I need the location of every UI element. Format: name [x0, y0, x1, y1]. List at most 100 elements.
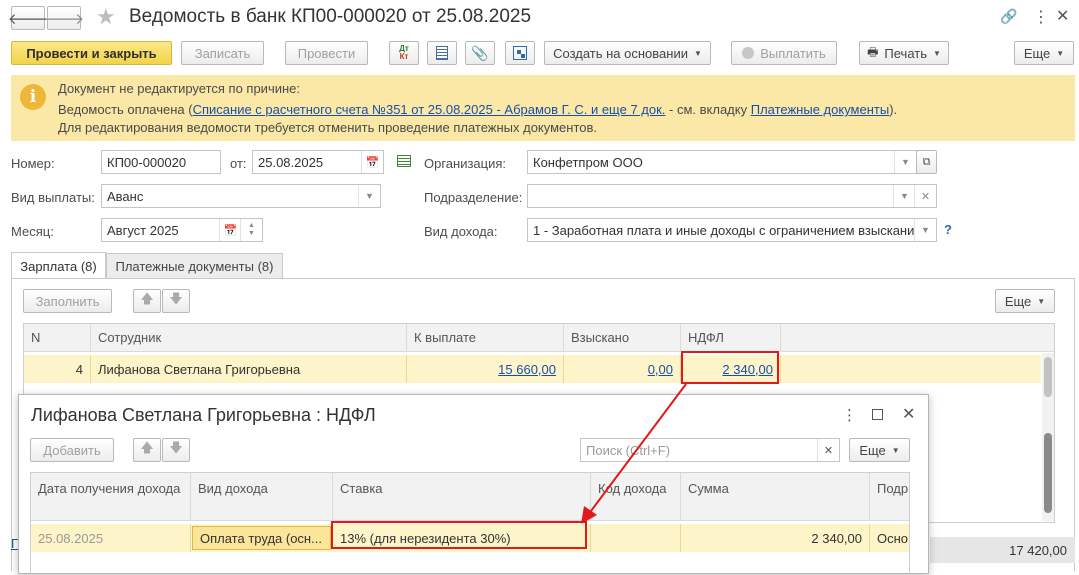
chevron-down-icon: ▼	[1037, 296, 1046, 306]
pay-button[interactable]: Выплатить	[731, 41, 837, 65]
help-icon[interactable]: ?	[944, 222, 952, 237]
comment-icon[interactable]	[397, 155, 411, 167]
column-header-sum[interactable]: Сумма	[681, 473, 870, 521]
calendar-icon[interactable]: 📅	[219, 219, 241, 241]
open-icon: ⧉	[922, 155, 931, 168]
table-row[interactable]: 4 Лифанова Светлана Григорьевна 15 660,0…	[24, 355, 1041, 383]
dt-kt-icon: Дт Кт	[399, 44, 409, 61]
chevron-down-icon[interactable]: ▼	[914, 219, 936, 241]
tab-payment-documents[interactable]: Платежные документы (8)	[106, 253, 283, 279]
payment-type-field[interactable]: Аванс ▼	[101, 184, 381, 208]
row-income-type[interactable]: Оплата труда (осн...	[192, 526, 331, 550]
dialog-move-down-button[interactable]: 🡇	[162, 438, 190, 462]
save-button[interactable]: Записать	[181, 41, 264, 65]
notice-line1: Документ не редактируется по причине:	[58, 81, 301, 96]
column-header-ndfl[interactable]: НДФЛ	[681, 324, 781, 352]
scrollbar-thumb-dark[interactable]	[1044, 433, 1052, 513]
column-header-income-type[interactable]: Вид дохода	[191, 473, 333, 521]
clear-icon[interactable]: ✕	[914, 185, 936, 207]
scrollbar-thumb[interactable]	[1044, 357, 1052, 397]
footer-left-link[interactable]: Г	[11, 536, 18, 551]
chevron-down-icon[interactable]: ▼	[358, 185, 380, 207]
print-button[interactable]: 🖶 Печать ▼	[859, 41, 949, 65]
ndfl-dialog: Лифанова Светлана Григорьевна : НДФЛ ⋮ ✕…	[18, 394, 929, 575]
chevron-down-icon: ▼	[693, 48, 702, 58]
income-type-field[interactable]: 1 - Заработная плата и иные доходы с огр…	[527, 218, 937, 242]
notice-panel: i Документ не редактируется по причине: …	[11, 75, 1075, 141]
date-label: от:	[230, 156, 247, 171]
date-field[interactable]: 25.08.2025 📅	[252, 150, 384, 174]
attach-button[interactable]: 📎	[465, 41, 495, 65]
arrow-down-icon: 🡇	[169, 291, 183, 306]
dialog-more-button[interactable]: Еще ▼	[849, 438, 910, 462]
row-income-date: 25.08.2025	[31, 524, 191, 552]
month-label: Месяц:	[11, 224, 54, 239]
subdivision-field[interactable]: ▼ ✕	[527, 184, 937, 208]
tab-salary[interactable]: Зарплата (8)	[11, 252, 106, 279]
dt-kt-button[interactable]: Дт Кт	[389, 41, 419, 65]
income-type-label: Вид дохода:	[424, 224, 498, 239]
post-button[interactable]: Провести	[285, 41, 368, 65]
stepper-icon[interactable]: ▲ ▼	[240, 219, 262, 241]
row-number: 4	[24, 355, 91, 383]
subdivision-label: Подразделение:	[424, 190, 523, 205]
chevron-down-icon[interactable]: ▼	[893, 185, 915, 207]
move-down-button[interactable]: 🡇	[162, 289, 190, 313]
notice-line3: Для редактирования ведомости требуется о…	[58, 120, 598, 135]
column-header-income-date[interactable]: Дата получения дохода	[31, 473, 191, 521]
open-organization-button[interactable]: ⧉	[916, 150, 937, 174]
create-based-on-button[interactable]: Создать на основании ▼	[544, 41, 711, 65]
table-row[interactable]: 25.08.2025 Оплата труда (осн... 13% (для…	[31, 524, 909, 552]
column-header-withheld[interactable]: Взыскано	[564, 324, 681, 352]
document-list-button[interactable]	[427, 41, 457, 65]
back-button[interactable]: 🡐	[8, 6, 48, 30]
ndfl-link[interactable]: 2 340,00	[722, 362, 773, 377]
maximize-icon[interactable]	[872, 409, 883, 420]
column-header-income-code[interactable]: Код дохода	[591, 473, 681, 521]
dialog-close-icon[interactable]: ✕	[902, 404, 915, 424]
link-icon[interactable]: 🔗	[1000, 8, 1017, 25]
move-up-button[interactable]: 🡅	[133, 289, 161, 313]
dialog-add-button[interactable]: Добавить	[30, 438, 114, 462]
month-field[interactable]: Август 2025 📅 ▲ ▼	[101, 218, 263, 242]
arrow-up-icon: 🡅	[140, 291, 154, 306]
column-header-rate[interactable]: Ставка	[333, 473, 591, 521]
organization-label: Организация:	[424, 156, 507, 171]
row-income-code	[591, 524, 681, 552]
star-icon[interactable]: ★	[96, 4, 116, 30]
dialog-search-input[interactable]: Поиск (Ctrl+F) ✕	[580, 438, 840, 462]
structure-button[interactable]	[505, 41, 535, 65]
table-scrollbar[interactable]	[1042, 353, 1054, 521]
column-header-subdivision[interactable]: Подр	[870, 473, 909, 521]
number-field[interactable]: КП00-000020	[101, 150, 221, 174]
payment-document-link[interactable]: Списание с расчетного счета №351 от 25.0…	[193, 102, 666, 117]
arrow-up-icon: 🡅	[140, 440, 154, 455]
column-header-employee[interactable]: Сотрудник	[91, 324, 407, 352]
column-header-n[interactable]: N	[24, 324, 91, 352]
more-button[interactable]: Еще ▼	[1014, 41, 1074, 65]
withheld-link[interactable]: 0,00	[648, 362, 673, 377]
dialog-title: Лифанова Светлана Григорьевна : НДФЛ	[31, 405, 376, 425]
row-sum: 2 340,00	[681, 524, 870, 552]
fill-button[interactable]: Заполнить	[23, 289, 112, 313]
payment-documents-tab-link[interactable]: Платежные документы	[751, 102, 889, 117]
dialog-menu-icon[interactable]: ⋮	[842, 406, 857, 424]
list-icon	[436, 46, 448, 60]
window-title: Ведомость в банк КП00-000020 от 25.08.20…	[129, 6, 532, 27]
menu-dots-icon[interactable]: ⋮	[1033, 7, 1049, 27]
close-icon[interactable]: ✕	[1056, 6, 1069, 26]
table-more-button[interactable]: Еще ▼	[995, 289, 1055, 313]
post-and-close-button[interactable]: Провести и закрыть	[11, 41, 172, 65]
column-header-to-pay[interactable]: К выплате	[407, 324, 564, 352]
row-to-pay: 15 660,00	[407, 355, 564, 383]
notice-line2: Ведомость оплачена (Списание с расчетног…	[58, 102, 898, 117]
paperclip-icon: 📎	[471, 44, 489, 61]
dialog-move-up-button[interactable]: 🡅	[133, 438, 161, 462]
clear-search-icon[interactable]: ✕	[817, 439, 839, 461]
chevron-down-icon[interactable]: ▼	[894, 151, 916, 173]
forward-button[interactable]: 🡒	[44, 6, 84, 30]
calendar-icon[interactable]: 📅	[361, 151, 383, 173]
row-rate[interactable]: 13% (для нерезидента 30%)	[333, 524, 591, 552]
organization-field[interactable]: Конфетпром ООО ▼	[527, 150, 917, 174]
to-pay-link[interactable]: 15 660,00	[498, 362, 556, 377]
